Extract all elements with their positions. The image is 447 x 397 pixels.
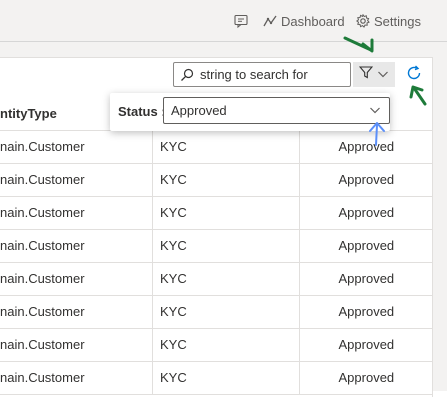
search-icon xyxy=(174,68,200,82)
cell-entity-type: nain.Customer xyxy=(0,130,153,164)
table-row[interactable]: nain.Customer KYC Approved xyxy=(0,130,433,164)
cell-type: KYC xyxy=(152,130,300,164)
filter-button[interactable] xyxy=(353,62,395,87)
cell-status: Approved xyxy=(299,196,433,230)
table-row[interactable]: nain.Customer KYC Approved xyxy=(0,262,433,296)
filter-popup: Status : Approved xyxy=(110,93,390,131)
settings-label: Settings xyxy=(374,13,421,29)
data-table: ntityType nain.Customer KYC Approved nai… xyxy=(0,97,433,395)
cell-entity-type: nain.Customer xyxy=(0,229,153,263)
table-row[interactable]: nain.Customer KYC Approved xyxy=(0,196,433,230)
table-row[interactable]: nain.Customer KYC Approved xyxy=(0,328,433,362)
cell-status: Approved xyxy=(299,361,433,395)
cell-type: KYC xyxy=(152,229,300,263)
cell-type: KYC xyxy=(152,196,300,230)
cell-entity-type: nain.Customer xyxy=(0,262,153,296)
refresh-button[interactable] xyxy=(401,62,427,88)
search-input[interactable] xyxy=(200,67,348,82)
table-row[interactable]: nain.Customer KYC Approved xyxy=(0,295,433,329)
page-gap xyxy=(0,42,447,57)
feedback-button[interactable] xyxy=(233,13,249,29)
dashboard-link[interactable]: Dashboard xyxy=(263,13,345,29)
settings-link[interactable]: Settings xyxy=(356,13,421,29)
chevron-down-icon xyxy=(369,103,381,118)
cell-entity-type: nain.Customer xyxy=(0,361,153,395)
dashboard-label: Dashboard xyxy=(281,13,345,29)
filter-icon xyxy=(358,65,374,84)
cell-entity-type: nain.Customer xyxy=(0,196,153,230)
cell-type: KYC xyxy=(152,163,300,197)
cell-type: KYC xyxy=(152,262,300,296)
cell-status: Approved xyxy=(299,229,433,263)
page-gutter xyxy=(433,57,447,391)
cell-type: KYC xyxy=(152,361,300,395)
cell-status: Approved xyxy=(299,130,433,164)
status-label: Status : xyxy=(118,104,166,119)
chat-icon xyxy=(233,13,249,29)
cell-status: Approved xyxy=(299,295,433,329)
status-dropdown[interactable]: Approved xyxy=(163,97,390,124)
status-dropdown-value: Approved xyxy=(171,103,227,118)
cell-entity-type: nain.Customer xyxy=(0,295,153,329)
cell-status: Approved xyxy=(299,163,433,197)
table-row[interactable]: nain.Customer KYC Approved xyxy=(0,163,433,197)
chevron-down-icon xyxy=(377,66,389,84)
cell-type: KYC xyxy=(152,328,300,362)
search-box[interactable] xyxy=(173,62,351,87)
cell-entity-type: nain.Customer xyxy=(0,328,153,362)
cell-type: KYC xyxy=(152,295,300,329)
table-row[interactable]: nain.Customer KYC Approved xyxy=(0,229,433,263)
refresh-icon xyxy=(405,64,423,87)
cell-entity-type: nain.Customer xyxy=(0,163,153,197)
gear-icon xyxy=(356,14,370,28)
cell-status: Approved xyxy=(299,262,433,296)
top-bar: Dashboard Settings xyxy=(0,0,447,42)
cell-status: Approved xyxy=(299,328,433,362)
chart-line-icon xyxy=(263,14,277,28)
table-row[interactable]: nain.Customer KYC Approved xyxy=(0,361,433,395)
